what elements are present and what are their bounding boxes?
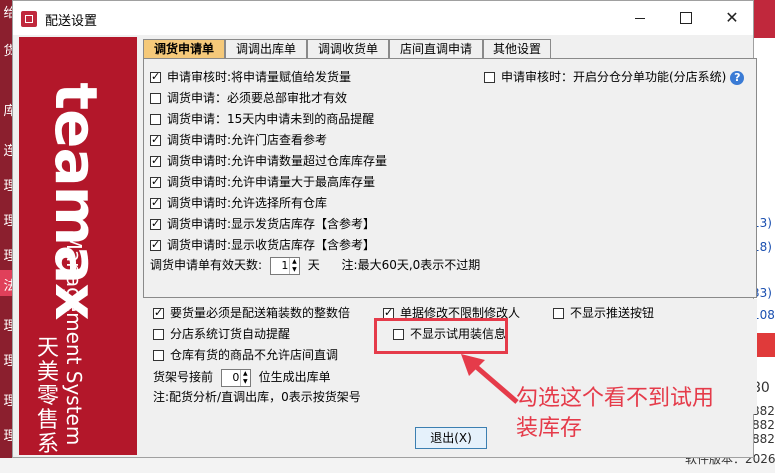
tab-other-settings[interactable]: 其他设置 [483,39,551,58]
tab-transfer-out[interactable]: 调调出库单 [225,39,307,58]
option-exceed-max[interactable]: 调货申请时:允许申请量大于最高库存量 [150,174,375,190]
shelf-label-suffix: 位生成出库单 [258,370,331,384]
tab-transfer-receive[interactable]: 调调收货单 [307,39,389,58]
option-split-warehouse[interactable]: 申请审核时：开启分仓分单功能(分店系统)? [484,69,745,85]
maximize-button[interactable] [663,1,709,35]
app-icon [21,11,37,27]
option-show-sender-stock[interactable]: 调货申请时:显示发货店库存【含参考】 [150,216,375,232]
checkbox[interactable] [484,72,495,83]
checkbox[interactable] [150,153,161,169]
background-value: 882 [752,432,775,446]
option-all-warehouses[interactable]: 调货申请时:允许选择所有仓库 [150,195,327,211]
minimize-icon [635,17,645,19]
shelf-spinner[interactable]: 0 ▲ ▼ [220,368,251,387]
tab-panel: 申请审核时:将申请量赋值给发货量 调货申请：必须要总部审批才有效 调货申请：15… [143,58,757,298]
option-hq-approval[interactable]: 调货申请：必须要总部审批才有效 [150,90,347,106]
background-value: 882 [752,418,775,432]
valid-days-note: 注:最大60天,0表示不过期 [341,258,481,272]
shelf-note: 注:配货分析/直调出库，0表示按货架号 [153,390,361,404]
checkbox[interactable] [553,308,564,319]
checkbox[interactable] [153,329,164,340]
valid-days-row: 调货申请单有效天数: 1 ▲ ▼ 天 注:最大60天,0表示不过期 [150,256,480,275]
annotation-text: 勾选这个看不到试用 装库存 [516,386,715,441]
checkbox[interactable] [150,174,161,190]
exit-button[interactable]: 退出(X) [415,427,487,449]
checkbox[interactable] [150,93,161,104]
brand-name-cn: 天美零售系统 [36,336,59,456]
shelf-label-prefix: 货架号接前 [153,370,214,384]
option-exceed-stock[interactable]: 调货申请时:允许申请数量超过仓库库存量 [150,153,387,169]
minimize-button[interactable] [617,1,663,35]
checkbox[interactable] [153,350,164,361]
option-store-view-ref[interactable]: 调货申请时:允许门店查看参考 [150,132,327,148]
highlight-box [374,318,508,354]
title-bar[interactable]: 配送设置 ✕ [13,1,753,35]
help-icon[interactable]: ? [730,70,745,85]
checkbox[interactable] [150,237,161,253]
spinner-arrows-icon[interactable]: ▲ ▼ [288,257,299,274]
checkbox[interactable] [150,216,161,232]
maximize-icon [680,12,692,24]
valid-days-unit: 天 [307,258,320,272]
option-no-store-transfer[interactable]: 仓库有货的商品不允许店间直调 [153,347,338,363]
spinner-arrows-icon[interactable]: ▲ ▼ [239,369,250,386]
option-auto-order-reminder[interactable]: 分店系统订货自动提醒 [153,326,290,342]
close-button[interactable]: ✕ [709,1,755,35]
tab-transfer-request[interactable]: 调货申请单 [143,39,225,59]
checkbox[interactable] [153,305,164,321]
shelf-row: 货架号接前 0 ▲ ▼ 位生成出库单 [153,368,331,387]
checkbox[interactable] [150,195,161,211]
window-title: 配送设置 [45,14,98,29]
option-hide-push-button[interactable]: 不显示推送按钮 [553,305,654,321]
option-approve-assign[interactable]: 申请审核时:将申请量赋值给发货量 [150,69,351,85]
tab-store-transfer-request[interactable]: 店间直调申请 [389,39,483,58]
option-15day-reminder[interactable]: 调货申请：15天内申请未到的商品提醒 [150,111,374,127]
valid-days-label: 调货申请单有效天数: [150,258,263,272]
checkbox[interactable] [150,114,161,125]
background-footer [0,458,775,473]
brand-banner: teamax Management System 天美零售系统 [19,37,137,455]
option-show-receiver-stock[interactable]: 调货申请时:显示收货店库存【含参考】 [150,237,375,253]
option-box-multiple[interactable]: 要货量必须是配送箱装数的整数倍 [153,305,350,321]
brand-subtitle: Management System [62,232,86,446]
checkbox[interactable] [150,132,161,148]
background-header-band [752,0,775,38]
valid-days-spinner[interactable]: 1 ▲ ▼ [269,256,300,275]
checkbox[interactable] [150,69,161,85]
annotation-arrow-icon [461,354,519,404]
